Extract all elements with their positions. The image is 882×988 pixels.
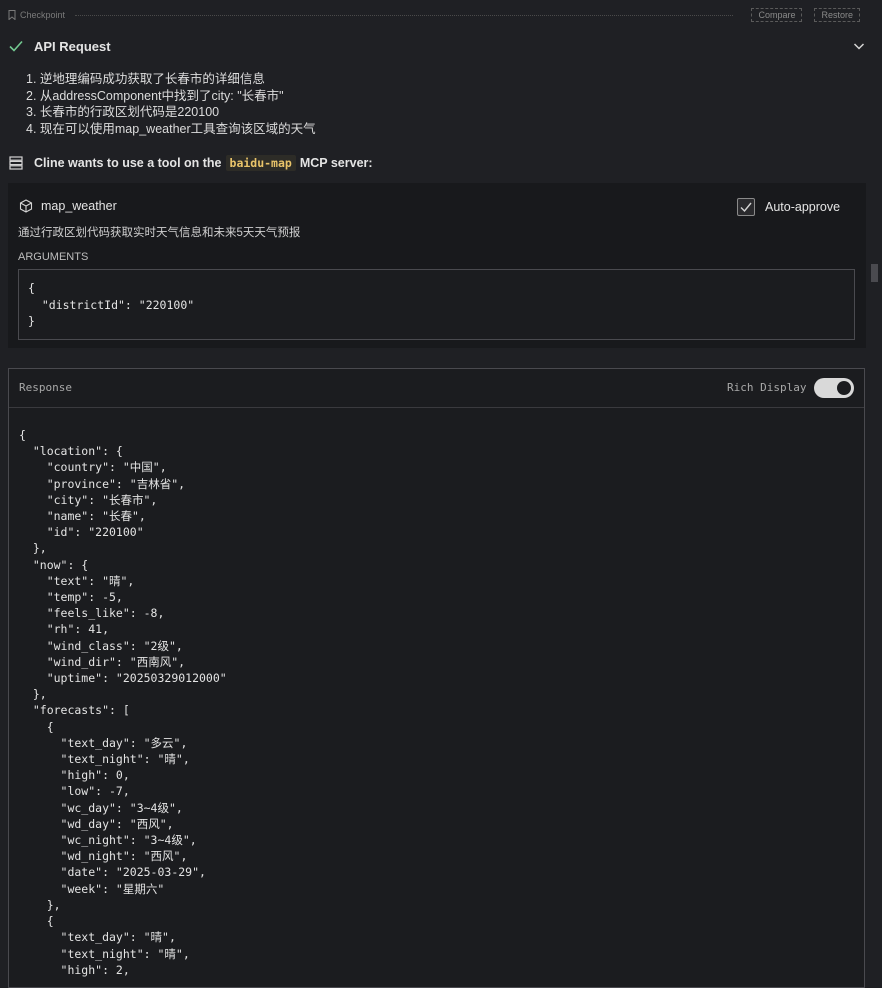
list-item: 2. 从addressComponent中找到了city: "长春市" xyxy=(26,88,284,103)
arguments-code-block: { "districtId": "220100" } xyxy=(18,269,855,340)
rich-display-toggle[interactable] xyxy=(814,378,854,398)
response-header: Response Rich Display xyxy=(9,369,864,408)
cube-icon xyxy=(19,199,33,213)
list-item: 3. 长春市的行政区划代码是220100 xyxy=(26,105,220,119)
tool-use-suffix: MCP server: xyxy=(299,156,373,170)
checkmark-icon xyxy=(740,202,752,213)
tool-card: map_weather Auto-approve 通过行政区划代码获取实时天气信… xyxy=(8,183,866,348)
arguments-json: { "districtId": "220100" } xyxy=(28,281,195,328)
rich-display-label: Rich Display xyxy=(727,381,807,394)
response-json: { "location": { "country": "中国", "provin… xyxy=(19,428,227,977)
tool-description: 通过行政区划代码获取实时天气信息和未来5天天气预报 xyxy=(18,227,301,239)
check-icon xyxy=(9,40,23,52)
tool-name: map_weather xyxy=(41,199,117,213)
response-panel: Response Rich Display { "location": { "c… xyxy=(8,368,865,988)
response-label: Response xyxy=(19,381,72,394)
chevron-down-icon[interactable] xyxy=(852,39,866,53)
bookmark-icon xyxy=(8,10,16,20)
auto-approve-toggle[interactable]: Auto-approve xyxy=(737,198,840,216)
reasoning-steps: 1. 逆地理编码成功获取了长春市的详细信息 2. 从addressCompone… xyxy=(26,71,316,137)
auto-approve-label: Auto-approve xyxy=(765,200,841,214)
compare-button[interactable]: Compare xyxy=(751,8,803,22)
tool-use-prefix: Cline wants to use a tool on the xyxy=(34,156,222,170)
checkpoint-bar: Checkpoint Compare Restore xyxy=(8,6,860,24)
server-name-badge: baidu-map xyxy=(225,155,296,171)
api-request-header[interactable]: API Request xyxy=(8,34,866,58)
toggle-knob xyxy=(837,381,851,395)
checkpoint-divider xyxy=(75,14,734,16)
list-item: 4. 现在可以使用map_weather工具查询该区域的天气 xyxy=(26,121,316,136)
server-icon xyxy=(9,156,23,170)
arguments-label: ARGUMENTS xyxy=(18,251,89,263)
scrollbar-thumb[interactable] xyxy=(871,264,878,282)
tool-use-heading: Cline wants to use a tool on the baidu-m… xyxy=(9,153,373,173)
restore-button[interactable]: Restore xyxy=(814,8,860,22)
api-request-title: API Request xyxy=(34,38,111,54)
auto-approve-checkbox[interactable] xyxy=(737,198,755,216)
checkpoint-label: Checkpoint xyxy=(20,10,66,20)
tool-title: map_weather xyxy=(19,199,117,213)
list-item: 1. 逆地理编码成功获取了长春市的详细信息 xyxy=(26,72,265,86)
